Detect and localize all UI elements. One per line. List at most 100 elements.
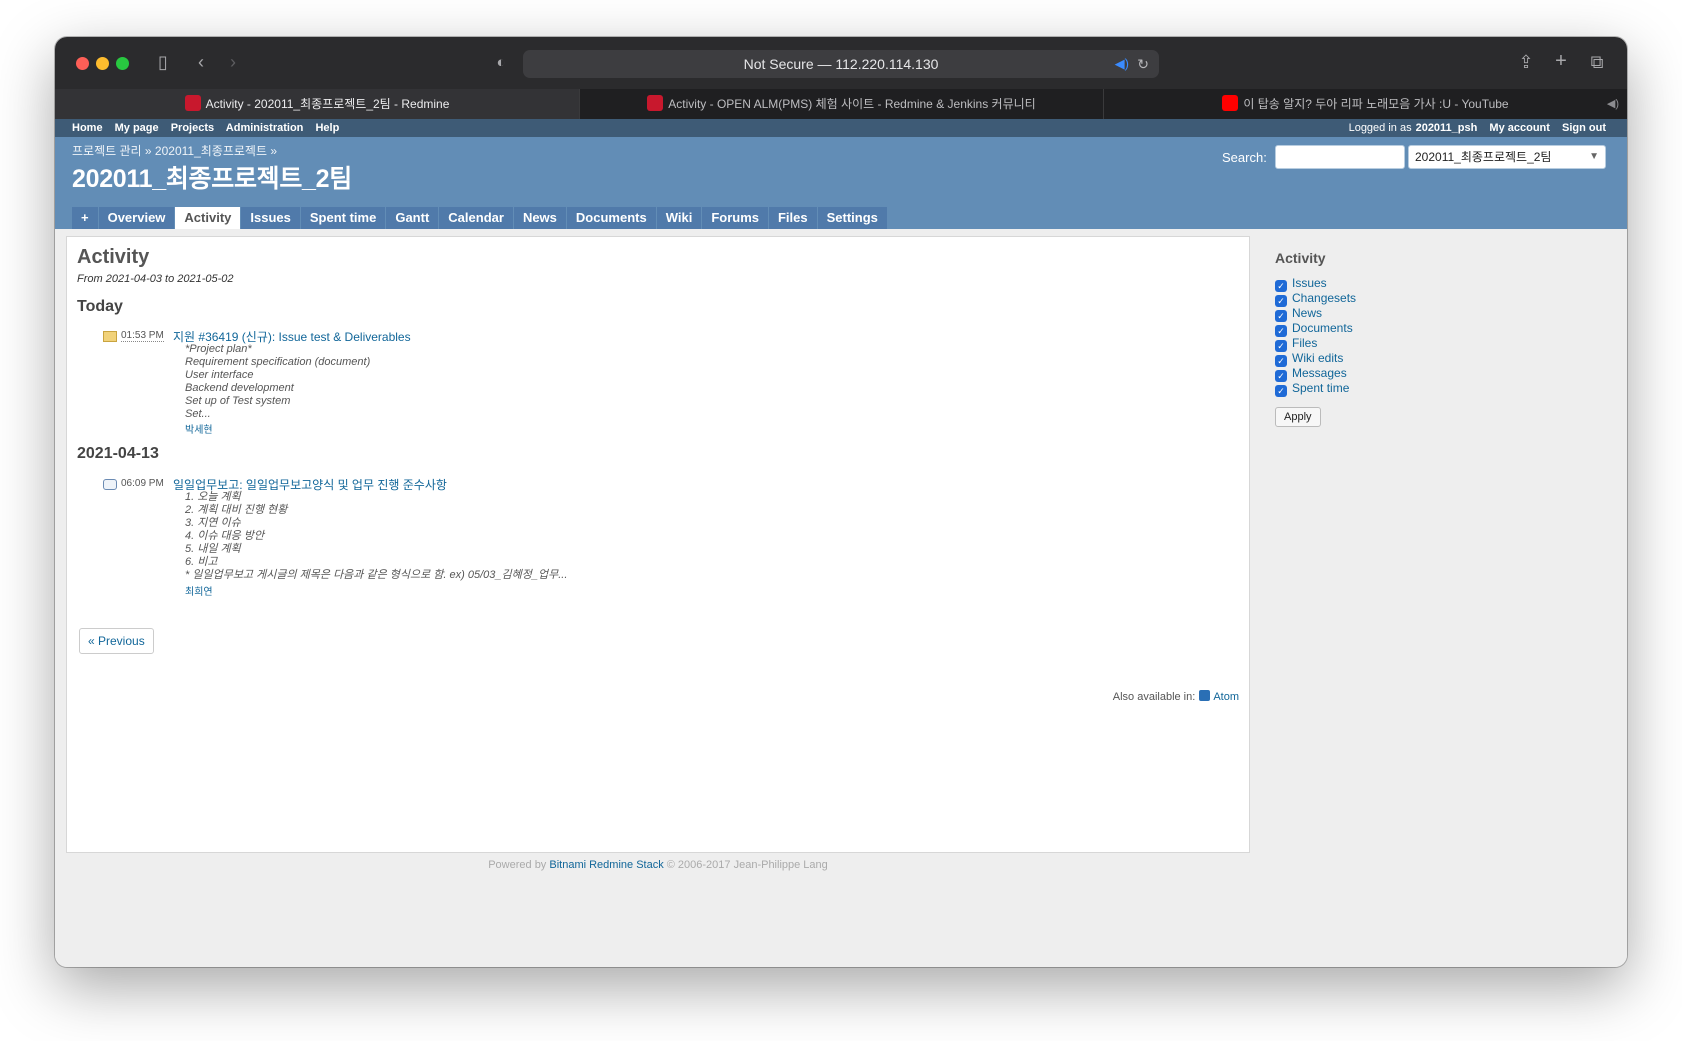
description-line: 2. 계획 대비 진행 현황 bbox=[185, 504, 288, 516]
filter-messages[interactable]: ✓ Messages bbox=[1275, 366, 1595, 382]
top-menu-home[interactable]: Home bbox=[72, 122, 103, 134]
sidebar-toggle-icon[interactable]: ▯ bbox=[151, 52, 175, 72]
browser-tab-open-alm[interactable]: Activity - OPEN ALM(PMS) 체험 사이트 - Redmin… bbox=[580, 89, 1104, 119]
top-menu-sign-out[interactable]: Sign out bbox=[1562, 122, 1606, 134]
logged-in-user[interactable]: 202011_psh bbox=[1416, 122, 1478, 134]
tab-files[interactable]: Files bbox=[768, 207, 817, 229]
filter-label: Messages bbox=[1292, 366, 1347, 380]
filter-wiki-edits[interactable]: ✓ Wiki edits bbox=[1275, 351, 1595, 367]
event-time: 01:53 PM bbox=[121, 330, 164, 342]
event-description: 1. 오늘 계획 2. 계획 대비 진행 현황 3. 지연 이슈 4. 이슈 대… bbox=[185, 491, 567, 582]
tab-spent-time[interactable]: Spent time bbox=[300, 207, 386, 229]
tab-overview[interactable]: Overview bbox=[98, 207, 175, 229]
filter-label: Issues bbox=[1292, 276, 1327, 290]
main-menu: + Overview Activity Issues Spent time Gantt Ca… bbox=[72, 207, 888, 229]
reload-icon[interactable]: ↻ bbox=[1137, 50, 1149, 78]
chevron-down-icon: ▼ bbox=[1589, 151, 1599, 162]
event-author-link[interactable]: 최희연 bbox=[185, 583, 213, 598]
forward-icon[interactable]: › bbox=[221, 52, 245, 72]
search-input[interactable] bbox=[1275, 145, 1405, 169]
top-menu-administration[interactable]: Administration bbox=[226, 122, 304, 134]
event-description: *Project plan* Requirement specification… bbox=[185, 343, 370, 421]
breadcrumb[interactable]: 프로젝트 관리 » 202011_최종프로젝트 » bbox=[72, 142, 277, 159]
filter-documents[interactable]: ✓ Documents bbox=[1275, 321, 1595, 337]
minimize-window-button[interactable] bbox=[96, 57, 109, 70]
issue-icon bbox=[103, 331, 117, 342]
tab-title: 이 탑송 알지? 두아 리파 노래모음 가사 :U - YouTube bbox=[1243, 97, 1509, 111]
speaker-icon[interactable]: ◀︎) bbox=[1115, 50, 1129, 78]
description-line: *Project plan* bbox=[185, 343, 252, 355]
filter-label: Files bbox=[1292, 336, 1318, 350]
footer: Powered by Bitnami Redmine Stack © 2006-… bbox=[66, 859, 1250, 871]
close-window-button[interactable] bbox=[76, 57, 89, 70]
description-line: 4. 이슈 대응 방안 bbox=[185, 530, 265, 542]
filter-label: Changesets bbox=[1292, 291, 1357, 305]
filter-files[interactable]: ✓ Files bbox=[1275, 336, 1595, 352]
top-menu-help[interactable]: Help bbox=[315, 122, 339, 134]
browser-tab-redmine-activity[interactable]: Activity - 202011_최종프로젝트_2팀 - Redmine bbox=[55, 89, 580, 119]
page-title: Activity bbox=[77, 246, 150, 268]
previous-button[interactable]: « Previous bbox=[79, 628, 154, 654]
share-icon[interactable]: ⇪ bbox=[1514, 52, 1538, 72]
project-jump-select[interactable]: 202011_최종프로젝트_2팀 ▼ bbox=[1408, 145, 1606, 169]
description-line: 3. 지연 이슈 bbox=[185, 517, 241, 529]
browser-tab-youtube[interactable]: 이 탑송 알지? 두아 리파 노래모음 가사 :U - YouTube ◀︎) bbox=[1104, 89, 1627, 119]
speaker-icon[interactable]: ◀︎) bbox=[1607, 89, 1619, 119]
message-icon bbox=[103, 479, 117, 490]
shield-icon[interactable]: ◐ bbox=[489, 53, 513, 73]
project-jump-value: 202011_최종프로젝트_2팀 bbox=[1415, 150, 1552, 164]
day-heading: 2021-04-13 bbox=[77, 445, 159, 462]
description-line: 1. 오늘 계획 bbox=[185, 491, 241, 503]
new-tab-icon[interactable]: + bbox=[1549, 51, 1573, 71]
tab-documents[interactable]: Documents bbox=[566, 207, 656, 229]
top-menu-my-page[interactable]: My page bbox=[115, 122, 159, 134]
logged-in-label: Logged in as bbox=[1348, 122, 1412, 134]
tab-forums[interactable]: Forums bbox=[702, 207, 768, 229]
search-label: Search: bbox=[1222, 150, 1267, 165]
redmine-page: Home My page Projects Administration Hel… bbox=[55, 119, 1627, 967]
zoom-window-button[interactable] bbox=[116, 57, 129, 70]
feed-icon bbox=[1199, 690, 1211, 701]
powered-by-label: Powered by bbox=[488, 859, 547, 871]
new-object-button[interactable]: + bbox=[72, 207, 98, 229]
description-line: 5. 내일 계획 bbox=[185, 543, 241, 555]
description-line: Set... bbox=[185, 408, 211, 420]
date-range: From 2021-04-03 to 2021-05-02 bbox=[77, 273, 234, 285]
activity-content: Activity From 2021-04-03 to 2021-05-02 T… bbox=[66, 236, 1250, 853]
filter-label: Wiki edits bbox=[1292, 351, 1344, 365]
filter-changesets[interactable]: ✓ Changesets bbox=[1275, 291, 1595, 307]
description-line: Requirement specification (document) bbox=[185, 356, 371, 368]
tab-issues[interactable]: Issues bbox=[241, 207, 300, 229]
sidebar-title: Activity bbox=[1275, 250, 1326, 266]
filter-label: Spent time bbox=[1292, 381, 1350, 395]
apply-button[interactable]: Apply bbox=[1275, 407, 1321, 427]
description-line: * 일일업무보고 게시글의 제목은 다음과 같은 형식으로 함. ex) 05/… bbox=[185, 569, 568, 581]
tab-activity[interactable]: Activity bbox=[175, 207, 241, 229]
top-menu-my-account[interactable]: My account bbox=[1489, 122, 1550, 134]
redmine-favicon-icon bbox=[647, 95, 664, 111]
checkbox-checked-icon[interactable]: ✓ bbox=[1275, 385, 1287, 397]
tab-calendar[interactable]: Calendar bbox=[439, 207, 513, 229]
bitnami-link[interactable]: Bitnami Redmine Stack bbox=[549, 859, 663, 871]
tab-title: Activity - 202011_최종프로젝트_2팀 - Redmine bbox=[205, 97, 450, 111]
atom-link[interactable]: Atom bbox=[1213, 691, 1239, 703]
sidebar: Activity ✓ Issues ✓ Changesets ✓ News ✓ Docu… bbox=[1275, 250, 1595, 427]
filter-label: Documents bbox=[1292, 321, 1353, 335]
tab-overview-icon[interactable]: ⧉ bbox=[1585, 52, 1609, 72]
project-header: 프로젝트 관리 » 202011_최종프로젝트 » 202011_최종프로젝트_… bbox=[55, 137, 1627, 229]
tab-settings[interactable]: Settings bbox=[817, 207, 887, 229]
top-menu-projects[interactable]: Projects bbox=[171, 122, 214, 134]
filter-news[interactable]: ✓ News bbox=[1275, 306, 1595, 322]
back-icon[interactable]: ‹ bbox=[189, 52, 213, 72]
filter-issues[interactable]: ✓ Issues bbox=[1275, 276, 1595, 292]
redmine-favicon-icon bbox=[184, 95, 201, 111]
tab-gantt[interactable]: Gantt bbox=[386, 207, 439, 229]
tab-wiki[interactable]: Wiki bbox=[656, 207, 702, 229]
filter-spent-time[interactable]: ✓ Spent time bbox=[1275, 381, 1595, 397]
top-menu: Home My page Projects Administration Hel… bbox=[55, 119, 1627, 137]
event-author-link[interactable]: 박세현 bbox=[185, 421, 213, 436]
tab-news[interactable]: News bbox=[513, 207, 566, 229]
tab-bar: Activity - 202011_최종프로젝트_2팀 - Redmine Ac… bbox=[55, 89, 1627, 119]
address-bar[interactable]: Not Secure — 112.220.114.130 ◀︎) ↻ bbox=[523, 50, 1159, 78]
also-available: Also available in: Atom bbox=[1113, 690, 1239, 703]
